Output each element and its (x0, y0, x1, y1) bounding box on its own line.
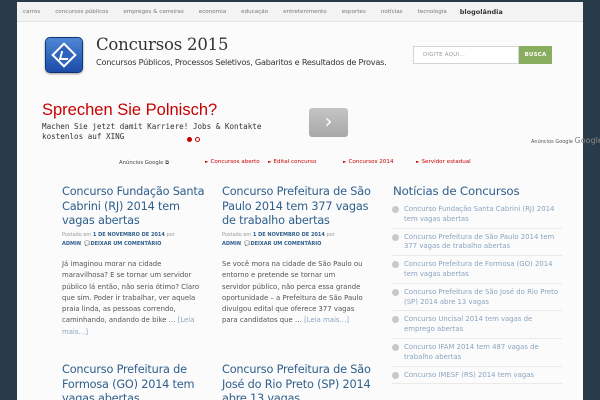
ad-pagination (187, 137, 200, 142)
post-excerpt-text: Já imaginou morar na cidade maravilhosa?… (62, 260, 200, 325)
sidebar-item-label: Concurso Prefeitura de São José do Rio P… (404, 287, 559, 306)
ad-body-line-2: kostenlos auf XING (42, 132, 125, 140)
ad-google-label-text: Anúncios Google (531, 139, 573, 145)
post-date[interactable]: 1 DE NOVEMBRO DE 2014 (253, 232, 325, 238)
ad-next-arrow-icon[interactable]: › (309, 108, 348, 137)
nav-item-empregos[interactable]: empregos & carreiras (123, 9, 183, 15)
ad-dot-active[interactable] (187, 137, 192, 142)
ad-headline[interactable]: Sprechen Sie Polnisch? (42, 101, 217, 120)
site-logo-icon[interactable] (45, 37, 83, 73)
ad-link[interactable]: ► Concursos aberto (205, 159, 260, 165)
ad-dot[interactable] (195, 137, 200, 142)
bullet-icon (392, 343, 399, 351)
post-comment-link[interactable]: DEIXAR UM COMENTÁRIO (90, 241, 161, 247)
nav-item-entretenimento[interactable]: entretenimento (283, 9, 327, 15)
post-meta-prefix: Postado em (62, 232, 92, 238)
bullet-icon (392, 206, 399, 213)
post-by: por (326, 232, 335, 238)
post-excerpt-text: Se você mora na cidade de São Paulo ou e… (222, 260, 363, 325)
ad-body[interactable]: Machen Sie jetzt damit Karriere! Jobs & … (42, 122, 302, 140)
ad-link-label: Concursos aberto (210, 159, 260, 165)
ad-link-label: Edital concurso (273, 159, 317, 165)
sidebar-title: Notícias de Concursos (393, 184, 520, 198)
sidebar-item-label: Concurso IFAM 2014 tem 487 vagas de trab… (404, 342, 539, 361)
sidebar-item[interactable]: Concurso IFAM 2014 tem 487 vagas de trab… (392, 343, 562, 367)
post-excerpt: Já imaginou morar na cidade maravilhosa?… (62, 259, 204, 338)
nav-item-concursos-publicos[interactable]: concursos públicos (55, 9, 108, 15)
post-title[interactable]: Concurso Prefeitura de São José do Rio P… (222, 363, 372, 400)
sidebar-item[interactable]: Concurso Prefeitura de Formosa (GO) 2014… (392, 260, 562, 284)
sidebar-item[interactable]: Concurso Uncisal 2014 tem vagas de empre… (392, 315, 562, 339)
ad-link[interactable]: ► Edital concurso (268, 159, 316, 165)
sidebar-item-label: Concurso Fundação Santa Cabrini (RJ) 201… (404, 205, 555, 223)
top-nav: carros concursos públicos empregos & car… (17, 2, 583, 22)
sidebar-item[interactable]: Concurso IMESF (RS) 2014 tem vagas (392, 371, 562, 385)
bullet-icon (392, 371, 399, 379)
bullet-icon (392, 261, 399, 269)
read-more-link[interactable]: [Leia mais…] (304, 316, 349, 324)
nav-item-economia[interactable]: economia (199, 9, 226, 15)
nav-item-carros[interactable]: carros (23, 9, 40, 15)
sidebar-item[interactable]: Concurso Fundação Santa Cabrini (RJ) 201… (392, 205, 562, 229)
nav-item-tecnologia[interactable]: tecnologia (418, 9, 447, 15)
search-input[interactable]: DIGITE AQUI... (413, 46, 519, 64)
ad-google-label[interactable]: Anúncios Google Google (531, 136, 600, 145)
adlinks-label-text: Anúncios Google (119, 160, 164, 166)
ad-link-label: Servidor estadual (421, 159, 471, 165)
sidebar-item[interactable]: Concurso Prefeitura de São José do Rio P… (392, 288, 562, 312)
post-title[interactable]: Concurso Fundação Santa Cabrini (RJ) 201… (62, 185, 212, 229)
post-comment-link[interactable]: DEIXAR UM COMENTÁRIO (250, 241, 321, 247)
ad-body-line-1: Machen Sie jetzt damit Karriere! Jobs & … (42, 122, 262, 131)
sidebar-item[interactable]: Concurso Prefeitura de São Paulo 2014 te… (392, 233, 562, 257)
post-title[interactable]: Concurso Prefeitura de Formosa (GO) 2014… (62, 363, 212, 400)
post-by: por (166, 232, 175, 238)
blogolandia-logo[interactable]: blogolândia (460, 8, 503, 16)
post-excerpt: Se você mora na cidade de São Paulo ou e… (222, 259, 364, 327)
sidebar-item-label: Concurso Prefeitura de Formosa (GO) 2014… (404, 260, 553, 278)
sidebar-item-label: Concurso Prefeitura de São Paulo 2014 te… (404, 232, 555, 251)
sidebar-list: Concurso Fundação Santa Cabrini (RJ) 201… (392, 205, 562, 388)
page: Concursos 2015 Concursos Públicos, Proce… (17, 22, 600, 400)
post-date[interactable]: 1 DE NOVEMBRO DE 2014 (93, 232, 165, 238)
bullet-icon (392, 316, 399, 324)
ad-link-label: Concursos 2014 (348, 159, 394, 165)
google-logo: Google (574, 136, 600, 145)
sidebar-item-label: Concurso Uncisal 2014 tem vagas de empre… (404, 315, 533, 334)
search-button[interactable]: BUSCA (519, 46, 552, 64)
site-title[interactable]: Concursos 2015 (96, 35, 228, 54)
adlinks-label[interactable]: Anúncios Google ⧉ (119, 160, 169, 167)
post-meta-prefix: Postado em (222, 232, 252, 238)
triangle-right-icon: ► (205, 160, 209, 165)
triangle-right-icon: ► (268, 160, 272, 165)
ad-link[interactable]: ► Servidor estadual (416, 159, 471, 165)
post-title[interactable]: Concurso Prefeitura de São Paulo 2014 te… (222, 185, 372, 229)
site-description: Concursos Públicos, Processos Seletivos,… (96, 57, 387, 67)
bullet-icon (392, 288, 399, 296)
nav-item-esportes[interactable]: esportes (342, 9, 366, 15)
post-author[interactable]: ADMIN (62, 241, 81, 247)
sidebar-item-label: Concurso IMESF (RS) 2014 tem vagas (404, 370, 535, 379)
triangle-right-icon: ► (343, 160, 347, 165)
nav-item-educacao[interactable]: educação (241, 9, 268, 15)
external-link-icon: ⧉ (165, 160, 169, 166)
ad-link[interactable]: ► Concursos 2014 (343, 159, 394, 165)
triangle-right-icon: ► (416, 160, 420, 165)
post-meta: Postado em 1 DE NOVEMBRO DE 2014 por ADM… (62, 231, 212, 249)
post-author[interactable]: ADMIN (222, 241, 241, 247)
post-meta: Postado em 1 DE NOVEMBRO DE 2014 por ADM… (222, 231, 372, 249)
nav-item-noticias[interactable]: notícias (381, 9, 403, 15)
bullet-icon (392, 233, 399, 241)
